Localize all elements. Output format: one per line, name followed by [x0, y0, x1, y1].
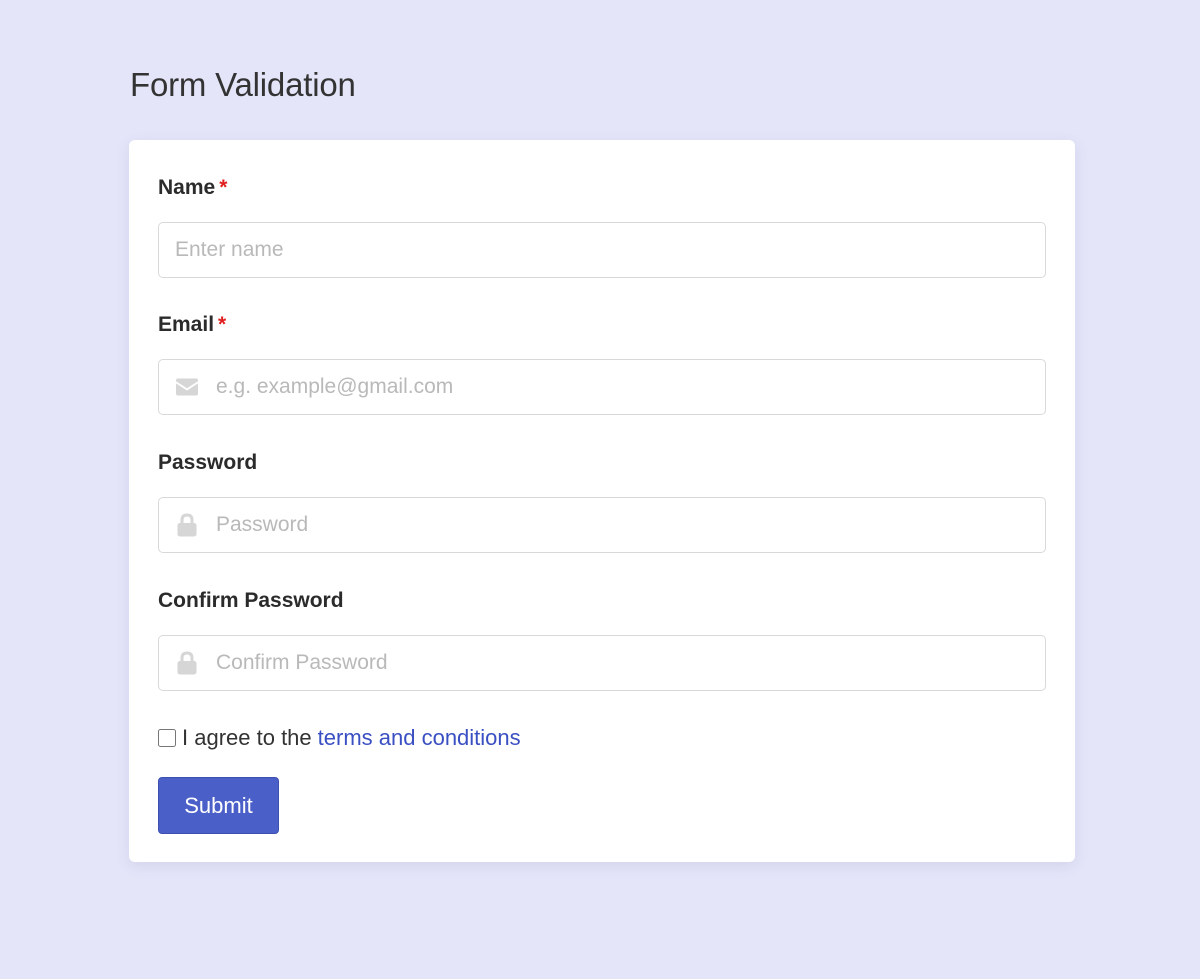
- terms-checkbox[interactable]: [158, 729, 176, 747]
- name-label: Name *: [158, 176, 228, 199]
- name-input[interactable]: [159, 223, 1045, 277]
- confirm-password-field-group: Confirm Password: [158, 587, 1046, 691]
- terms-link[interactable]: terms and conditions: [318, 725, 521, 751]
- terms-label[interactable]: I agree to the: [182, 725, 312, 751]
- confirm-password-input-wrapper: [158, 635, 1046, 691]
- form-card: Name* Email* Password: [129, 140, 1075, 862]
- email-field-group: Email *: [158, 311, 1046, 415]
- page-title: Form Validation: [130, 66, 356, 103]
- name-input-wrapper: [158, 222, 1046, 278]
- required-mark: *: [219, 176, 228, 199]
- password-label: Password: [158, 451, 258, 474]
- confirm-password-input[interactable]: [159, 636, 1045, 690]
- password-input[interactable]: [159, 498, 1045, 552]
- password-field-group: Password: [158, 449, 1046, 553]
- confirm-password-label: Confirm Password: [158, 589, 344, 612]
- email-label: Email *: [158, 313, 227, 336]
- email-input-wrapper: [158, 359, 1046, 415]
- submit-button[interactable]: Submit: [158, 777, 279, 834]
- required-mark: *: [218, 313, 227, 336]
- name-field-group: Name *: [158, 174, 1046, 278]
- password-input-wrapper: [158, 497, 1046, 553]
- terms-agreement-row: I agree to the terms and conditions: [158, 724, 521, 752]
- email-input[interactable]: [159, 360, 1045, 414]
